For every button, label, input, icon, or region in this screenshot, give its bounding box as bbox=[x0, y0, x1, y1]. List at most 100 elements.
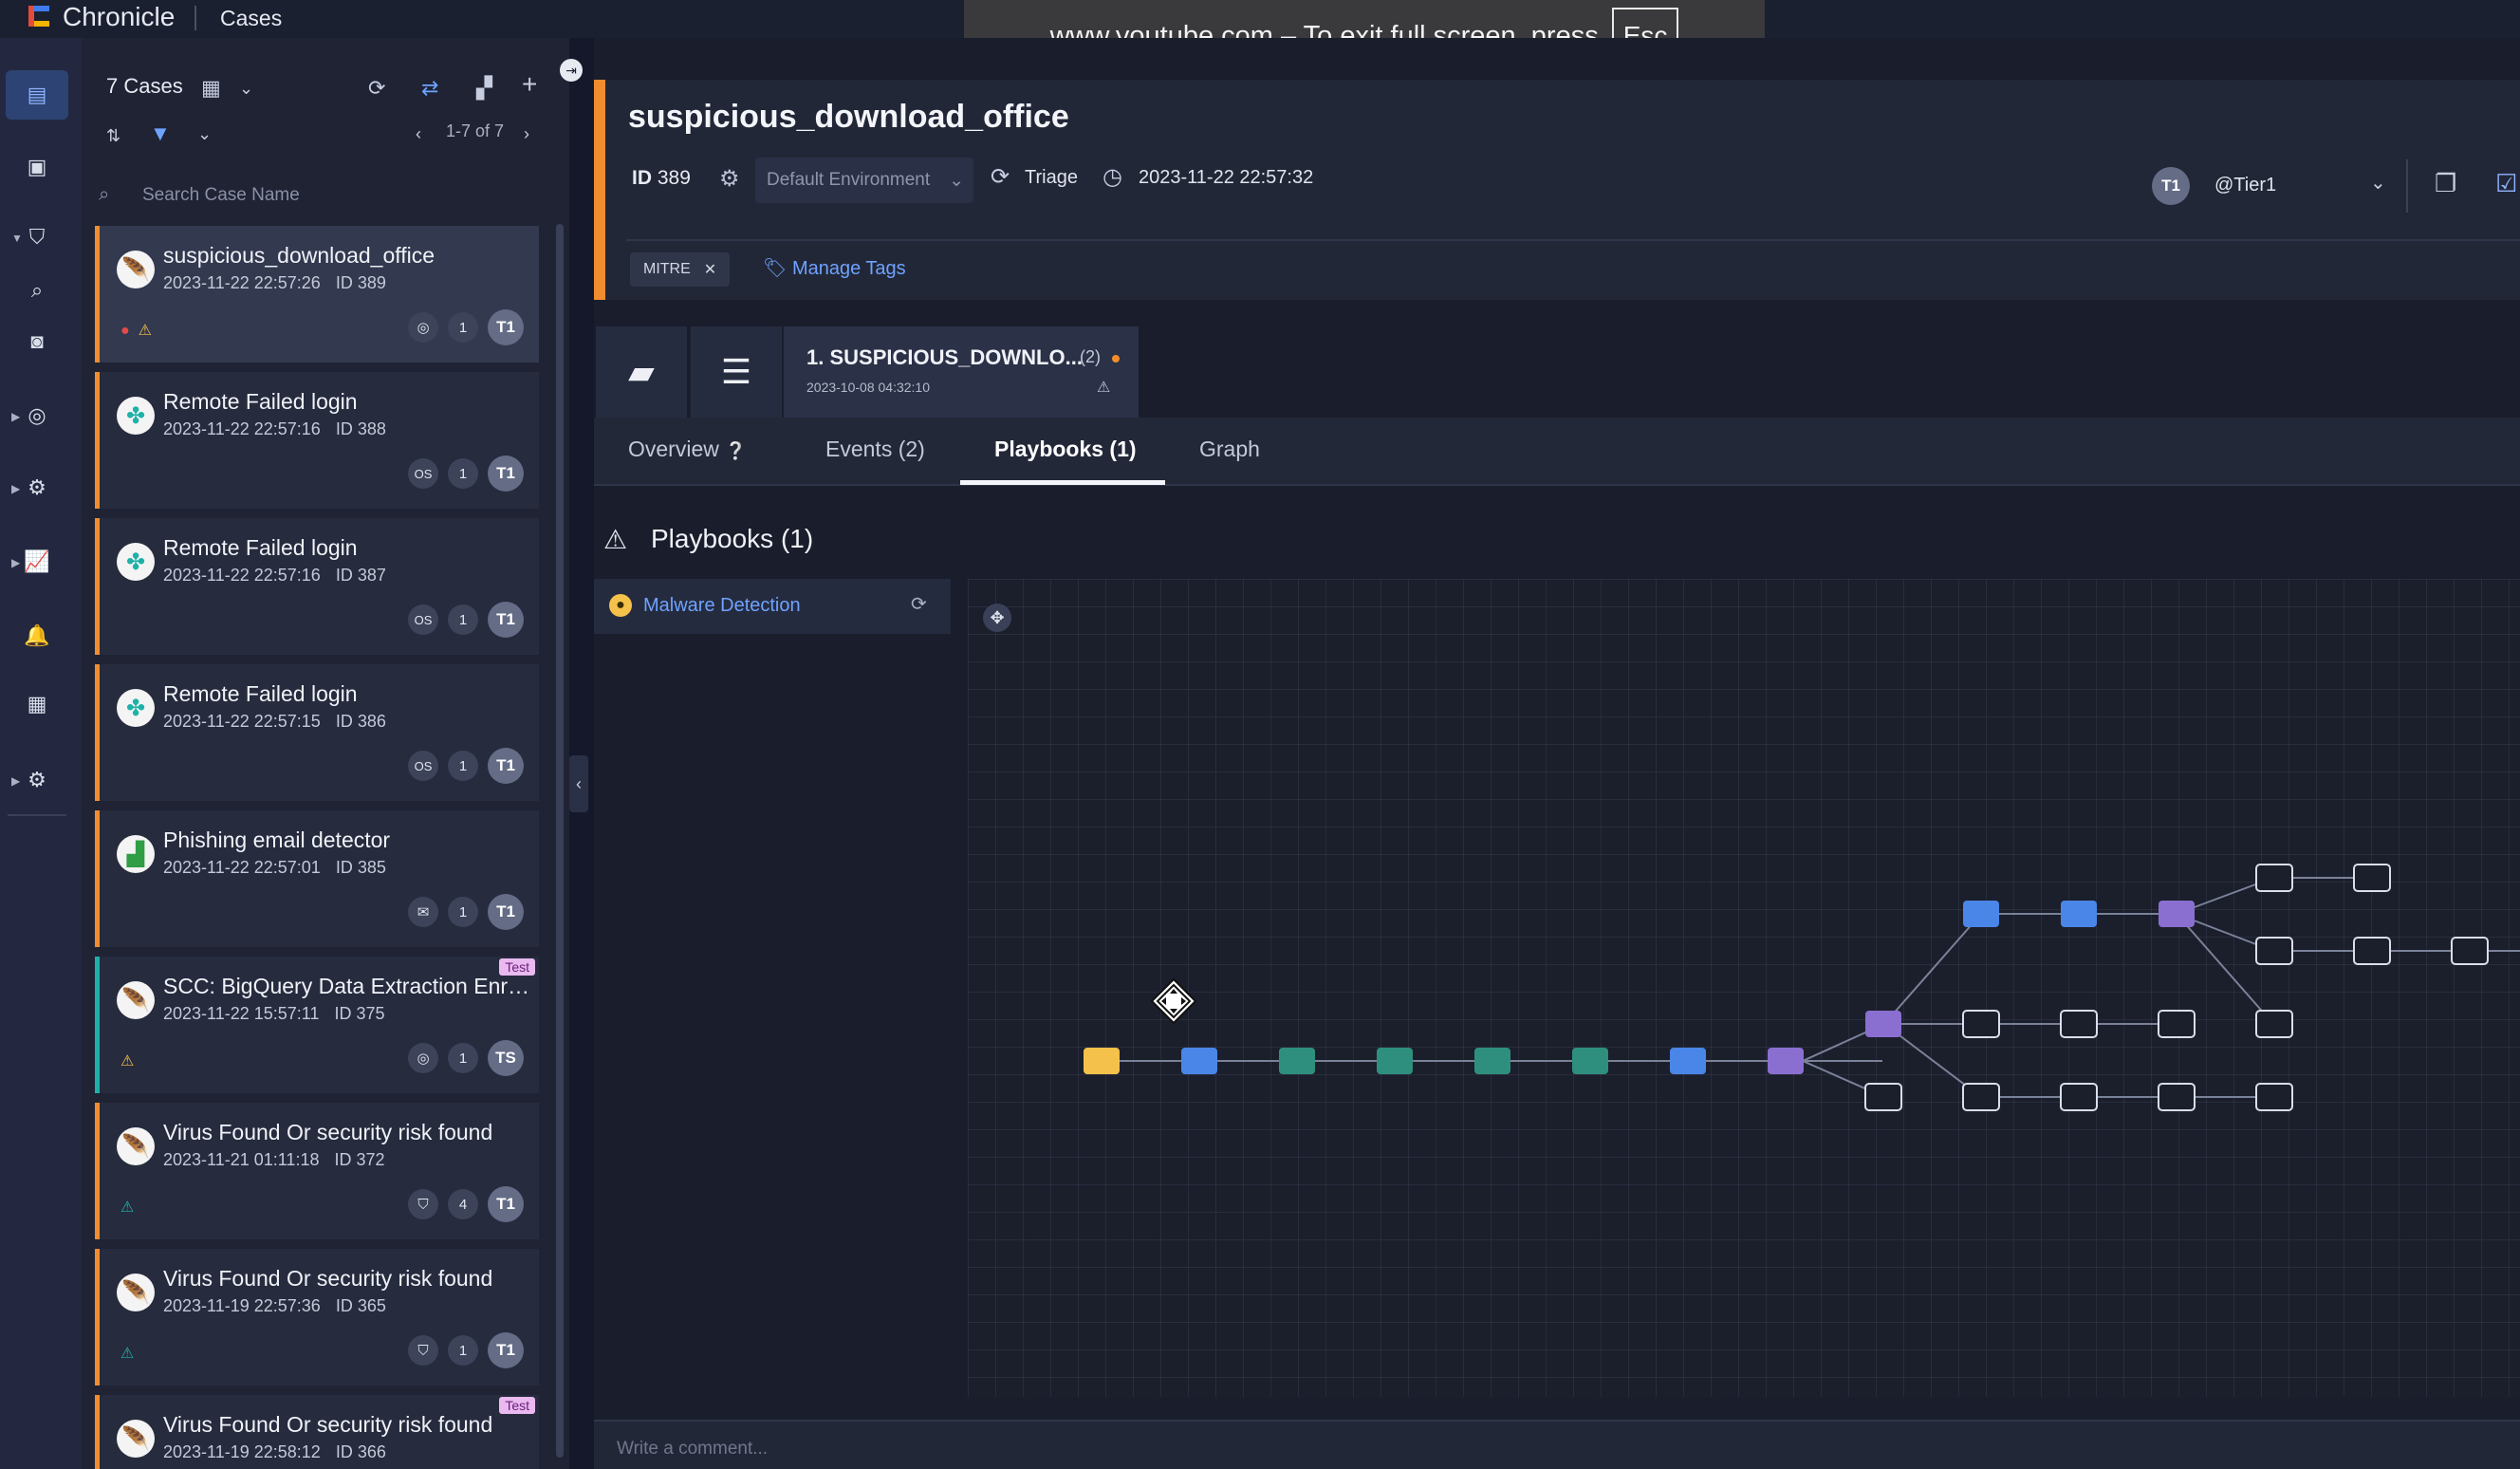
rail-bell-icon[interactable]: 🔔 bbox=[6, 611, 68, 660]
case-title: suspicious_download_office bbox=[628, 99, 1069, 135]
assignee-select[interactable]: @Tier1 bbox=[2214, 175, 2276, 196]
flow-node-condition[interactable] bbox=[2159, 901, 2195, 927]
swap-icon[interactable]: ⇄ bbox=[421, 74, 438, 102]
list-icon[interactable]: ☰ bbox=[691, 326, 782, 418]
manage-tags-link[interactable]: 🏷 Manage Tags bbox=[763, 256, 906, 280]
alert-count: (2) bbox=[1080, 347, 1101, 366]
grid-icon[interactable]: ▞ bbox=[476, 74, 492, 102]
case-meta: 2023-11-21 01:11:18 ID 372 bbox=[163, 1150, 385, 1170]
environment-select[interactable]: Default Environment ⌄ bbox=[755, 158, 973, 203]
alert-count-badge: 1 bbox=[448, 604, 478, 635]
checklist-icon[interactable]: ☑ bbox=[2495, 169, 2517, 198]
flow-node-mail[interactable] bbox=[1962, 1010, 2000, 1038]
wing-icon: 🪶 bbox=[117, 1420, 155, 1458]
filter-icon[interactable]: ▼ bbox=[150, 120, 171, 148]
search-case-input[interactable] bbox=[142, 180, 522, 211]
flow-node-block[interactable] bbox=[1864, 1083, 1902, 1111]
app-name[interactable]: Chronicle bbox=[63, 0, 175, 34]
flow-node-condition[interactable] bbox=[1768, 1048, 1804, 1074]
flow-node-action[interactable] bbox=[1963, 901, 1999, 927]
flow-node-action[interactable] bbox=[2061, 901, 2097, 927]
tab-events[interactable]: Events (2) bbox=[825, 437, 925, 462]
case-card[interactable]: Test 🪶 SCC: BigQuery Data Extraction Enr… bbox=[95, 957, 539, 1093]
tab-playbooks[interactable]: Playbooks (1) bbox=[994, 437, 1137, 462]
flow-node-gear[interactable] bbox=[2060, 1083, 2098, 1111]
alert-tab[interactable] bbox=[784, 326, 1139, 418]
case-card[interactable]: ✤ Remote Failed login 2023-11-22 22:57:1… bbox=[95, 664, 539, 801]
tag-chip[interactable]: MITRE ✕ bbox=[630, 252, 731, 287]
case-stage[interactable]: Triage bbox=[1025, 167, 1078, 189]
pager-prev-icon[interactable]: ‹ bbox=[416, 120, 421, 148]
playbook-canvas[interactable] bbox=[968, 579, 2520, 1397]
pan-icon[interactable]: ✥ bbox=[983, 604, 1011, 632]
flow-node-block[interactable] bbox=[1962, 1083, 2000, 1111]
rail-store-icon[interactable]: ▦ bbox=[6, 679, 68, 729]
close-icon[interactable]: ✕ bbox=[704, 260, 716, 279]
flow-node-action[interactable] bbox=[1670, 1048, 1706, 1074]
flow-node-enrich[interactable] bbox=[1572, 1048, 1608, 1074]
chevron-down-icon[interactable]: ⌄ bbox=[197, 120, 212, 148]
case-card[interactable]: 🪶 Virus Found Or security risk found 202… bbox=[95, 1103, 539, 1239]
flow-node-block[interactable] bbox=[2255, 1083, 2293, 1111]
chevron-down-icon[interactable]: ⌄ bbox=[239, 74, 253, 102]
panel-splitter[interactable] bbox=[569, 38, 594, 1469]
chevron-down-icon[interactable]: ⌄ bbox=[2370, 171, 2386, 195]
flow-node-block[interactable] bbox=[2255, 1010, 2293, 1038]
alert-count-badge: 1 bbox=[448, 312, 478, 343]
search-icon: ⌕ bbox=[99, 184, 110, 205]
flow-node-enrich[interactable] bbox=[1377, 1048, 1413, 1074]
case-card[interactable]: 🪶 Virus Found Or security risk found 202… bbox=[95, 1249, 539, 1385]
playbook-icon: ⚠ bbox=[603, 525, 628, 554]
case-card[interactable]: ▟ Phishing email detector 2023-11-22 22:… bbox=[95, 810, 539, 947]
tree-icon: ⚠ bbox=[138, 323, 152, 339]
flow-node-gear[interactable] bbox=[2353, 937, 2391, 965]
flow-node-trigger[interactable] bbox=[1084, 1048, 1120, 1074]
flow-node-condition[interactable] bbox=[1865, 1011, 1901, 1037]
rail-cases-icon[interactable]: ▤ bbox=[6, 70, 68, 120]
playbook-item-label[interactable]: Malware Detection bbox=[643, 595, 801, 617]
refresh-icon[interactable]: ⟳ bbox=[368, 74, 385, 102]
chevron-left-icon[interactable]: ‹ bbox=[569, 755, 588, 812]
rail-gear-icon[interactable]: ⚙ bbox=[6, 463, 68, 512]
flow-node-enrich[interactable] bbox=[1279, 1048, 1315, 1074]
case-card[interactable]: 🪶 suspicious_download_office 2023-11-22 … bbox=[95, 226, 539, 363]
add-case-button[interactable]: + bbox=[522, 70, 537, 99]
pager-next-icon[interactable]: › bbox=[524, 120, 529, 148]
flow-node-block[interactable] bbox=[2353, 864, 2391, 892]
collapse-panel-icon[interactable]: ⇥ bbox=[560, 59, 583, 82]
flow-node-block[interactable] bbox=[2158, 1010, 2196, 1038]
folder-icon[interactable]: ▰ bbox=[596, 326, 687, 418]
case-card[interactable]: ✤ Remote Failed login 2023-11-22 22:57:1… bbox=[95, 372, 539, 509]
tab-graph[interactable]: Graph bbox=[1199, 437, 1260, 462]
flow-node-block[interactable] bbox=[2255, 937, 2293, 965]
refresh-icon[interactable]: ⟳ bbox=[911, 592, 927, 616]
case-title: Remote Failed login bbox=[163, 681, 358, 706]
sort-icon[interactable]: ⇅ bbox=[106, 121, 120, 150]
rail-settings-icon[interactable]: ⚙ bbox=[6, 755, 68, 805]
flow-nodes bbox=[1084, 864, 2489, 1111]
rail-briefcase-icon[interactable]: ▣ bbox=[6, 142, 68, 192]
case-meta: 2023-11-22 22:57:15 ID 386 bbox=[163, 712, 386, 732]
view-toggle-icon[interactable]: ▦ bbox=[201, 74, 221, 102]
playbook-flow-graph bbox=[1084, 864, 2520, 1111]
case-card[interactable]: ✤ Remote Failed login 2023-11-22 22:57:1… bbox=[95, 518, 539, 655]
flow-node-enrich[interactable] bbox=[1474, 1048, 1510, 1074]
flow-node-share[interactable] bbox=[2451, 937, 2489, 965]
comment-input[interactable] bbox=[617, 1435, 2419, 1463]
flow-node-mail[interactable] bbox=[2255, 864, 2293, 892]
rail-chart-icon[interactable]: 📈 bbox=[6, 537, 68, 586]
case-card[interactable]: Test 🪶 Virus Found Or security risk foun… bbox=[95, 1395, 539, 1469]
tab-overview[interactable]: Overview ❔ bbox=[628, 437, 747, 462]
flow-node-share[interactable] bbox=[2158, 1083, 2196, 1111]
rail-camera-icon[interactable]: ◙ bbox=[6, 317, 68, 366]
flow-node-block[interactable] bbox=[2060, 1010, 2098, 1038]
os-badge: OS bbox=[408, 458, 438, 489]
chat-icon[interactable]: ❐ bbox=[2435, 169, 2456, 198]
rail-shield-icon[interactable]: ⛉ bbox=[6, 213, 68, 262]
flow-node-action[interactable] bbox=[1181, 1048, 1217, 1074]
rail-search-icon[interactable]: ⌕ bbox=[6, 266, 68, 315]
alert-status-dot bbox=[1112, 355, 1120, 363]
playbooks-heading: Playbooks (1) bbox=[651, 524, 814, 553]
list-scrollbar[interactable] bbox=[556, 224, 564, 1458]
rail-radar-icon[interactable]: ◎ bbox=[6, 391, 68, 440]
